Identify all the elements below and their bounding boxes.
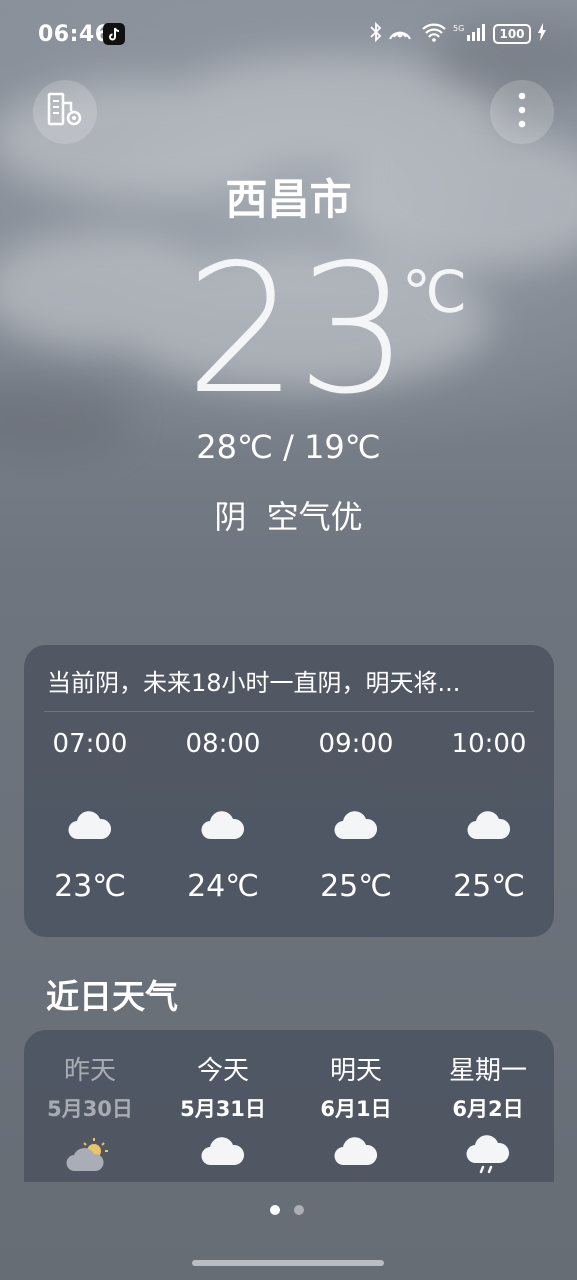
rain-cloud-icon (422, 1135, 554, 1175)
cloud-icon (157, 1135, 289, 1175)
battery-indicator: 100 (493, 24, 531, 44)
hour-time: 10:00 (451, 729, 527, 759)
hour-temp: 24℃ (187, 869, 259, 904)
hourly-item: 09:00 25℃ (291, 729, 421, 904)
tiktok-icon (103, 23, 125, 45)
cloud-icon (25, 809, 155, 849)
hourly-forecast-card[interactable]: 当前阴，未来18小时一直阴，明天将... 07:00 23℃ 08:00 24℃… (24, 645, 554, 937)
hour-temp: 25℃ (453, 869, 525, 904)
hotspot-icon (389, 22, 415, 46)
hour-time: 07:00 (52, 729, 128, 759)
more-vertical-icon (518, 92, 526, 132)
city-settings-icon (45, 91, 85, 133)
hour-temp: 23℃ (54, 869, 126, 904)
hourly-item: 10:00 25℃ (424, 729, 554, 904)
partly-sunny-icon (24, 1135, 156, 1175)
status-bar: 06:46 5G 100 (0, 0, 577, 70)
daily-item[interactable]: 星期一 6月2日 (422, 1050, 554, 1175)
weather-condition: 阴 空气优 (214, 498, 363, 536)
daily-item[interactable]: 今天 5月31日 (157, 1050, 289, 1175)
day-date: 5月31日 (180, 1097, 266, 1121)
day-date: 5月30日 (47, 1097, 133, 1121)
daily-forecast-card[interactable]: 昨天 5月30日 今天 5月31日 明天 6月1日 星期一 6月2日 (24, 1030, 554, 1182)
city-name: 西昌市 (225, 175, 352, 224)
signal-5g-icon: 5G (453, 22, 487, 46)
temperature-unit: ℃ (402, 258, 468, 326)
wifi-icon (421, 22, 447, 46)
hour-time: 09:00 (318, 729, 394, 759)
cloud-icon (424, 809, 554, 849)
forecast-summary: 当前阴，未来18小时一直阴，明天将... (47, 669, 461, 697)
day-name: 星期一 (448, 1056, 527, 1086)
bluetooth-icon (369, 21, 383, 46)
temperature-range: 28℃ / 19℃ (196, 428, 381, 466)
current-temperature: 23 (185, 226, 409, 433)
cloud-icon (158, 809, 288, 849)
hour-temp: 25℃ (320, 869, 392, 904)
cloud-icon (290, 1135, 422, 1175)
page-dot-active[interactable] (270, 1205, 280, 1215)
svg-text:5G: 5G (453, 24, 464, 33)
page-dot[interactable] (294, 1205, 304, 1215)
more-options-button[interactable] (490, 80, 554, 144)
home-indicator[interactable] (192, 1260, 384, 1266)
city-management-button[interactable] (33, 80, 97, 144)
hourly-item: 07:00 23℃ (25, 729, 155, 904)
day-date: 6月2日 (452, 1097, 524, 1121)
hour-time: 08:00 (185, 729, 261, 759)
status-time: 06:46 (38, 22, 111, 47)
page-indicator[interactable] (270, 1205, 304, 1215)
day-name: 昨天 (63, 1056, 116, 1086)
day-name: 明天 (329, 1056, 382, 1086)
day-date: 6月1日 (320, 1097, 392, 1121)
divider (44, 711, 534, 712)
section-title-daily: 近日天气 (46, 977, 178, 1016)
hourly-item: 08:00 24℃ (158, 729, 288, 904)
day-name: 今天 (196, 1056, 249, 1086)
cloud-icon (291, 809, 421, 849)
daily-item[interactable]: 昨天 5月30日 (24, 1050, 156, 1175)
daily-item[interactable]: 明天 6月1日 (290, 1050, 422, 1175)
charging-icon (537, 23, 547, 45)
